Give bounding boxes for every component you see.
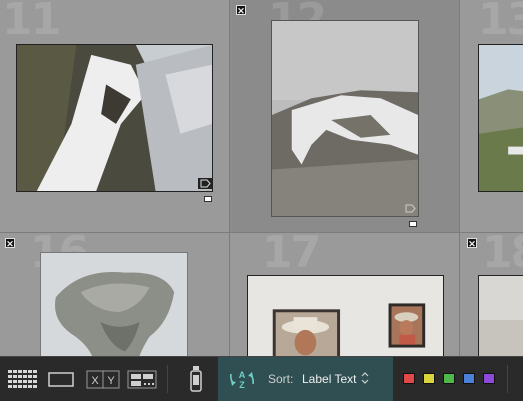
flag-indicator[interactable] bbox=[204, 196, 212, 202]
sort-dropdown-caret-icon[interactable] bbox=[361, 372, 369, 386]
color-label-purple[interactable] bbox=[483, 373, 495, 384]
color-label-green[interactable] bbox=[443, 373, 455, 384]
keyword-tag-icon bbox=[198, 178, 212, 189]
toolbar-separator bbox=[167, 365, 168, 393]
reject-flag-icon[interactable]: ✕ bbox=[467, 238, 477, 249]
svg-text:Y: Y bbox=[107, 375, 115, 387]
thumbnail-photo[interactable] bbox=[40, 252, 188, 356]
grid-view-icon bbox=[8, 370, 37, 388]
flag-indicator[interactable] bbox=[409, 221, 417, 227]
sort-direction-icon[interactable]: A Z bbox=[228, 368, 256, 390]
svg-text:A: A bbox=[239, 370, 246, 380]
thumbnail-photo[interactable] bbox=[478, 275, 523, 356]
grid-cell-12[interactable]: 12 ✕ bbox=[230, 0, 460, 233]
svg-text:Z: Z bbox=[239, 380, 245, 390]
survey-view-icon bbox=[127, 370, 157, 389]
cell-index-number: 11 bbox=[2, 0, 61, 45]
thumbnail-photo[interactable] bbox=[247, 275, 444, 356]
painter-button[interactable] bbox=[189, 365, 203, 393]
thumbnail-photo[interactable] bbox=[478, 44, 523, 192]
grid-cell-11[interactable]: 11 bbox=[0, 0, 230, 233]
sort-criteria-select[interactable]: Label Text bbox=[302, 372, 357, 386]
grid-cell-17[interactable]: 17 bbox=[230, 233, 460, 356]
cell-index-number: 17 bbox=[262, 233, 321, 278]
cell-index-number: 18 bbox=[482, 233, 523, 278]
keyword-tag-icon bbox=[405, 204, 416, 213]
reject-flag-icon[interactable]: ✕ bbox=[5, 238, 15, 249]
survey-view-button[interactable] bbox=[127, 369, 157, 390]
grid-cell-13[interactable]: 13 bbox=[460, 0, 523, 233]
svg-text:X: X bbox=[91, 375, 99, 387]
thumbnail-photo[interactable] bbox=[16, 44, 213, 192]
grid-cell-16[interactable]: 16 ✕ bbox=[0, 233, 230, 356]
reject-flag-icon[interactable]: ✕ bbox=[236, 5, 246, 16]
compare-view-button[interactable]: X Y bbox=[86, 369, 120, 390]
cell-index-number: 13 bbox=[478, 0, 523, 45]
sort-control[interactable]: A Z Sort: Label Text bbox=[218, 357, 393, 401]
color-label-yellow[interactable] bbox=[423, 373, 435, 384]
toolbar-separator bbox=[507, 365, 508, 393]
thumbnail-photo[interactable] bbox=[271, 20, 419, 217]
grid-view-button[interactable] bbox=[8, 369, 38, 390]
loupe-view-button[interactable] bbox=[47, 369, 75, 390]
loupe-view-icon bbox=[48, 372, 74, 387]
filmstrip-grid: 11 12 ✕ bbox=[0, 0, 523, 356]
painter-spray-can-icon bbox=[190, 366, 202, 392]
grid-cell-18[interactable]: 18 ✕ bbox=[460, 233, 523, 356]
color-label-blue[interactable] bbox=[463, 373, 475, 384]
compare-view-icon: X Y bbox=[86, 370, 120, 389]
library-toolbar: X Y A Z Sort: Label Text bbox=[0, 356, 523, 401]
color-label-red[interactable] bbox=[403, 373, 415, 384]
sort-label: Sort: bbox=[268, 372, 294, 386]
